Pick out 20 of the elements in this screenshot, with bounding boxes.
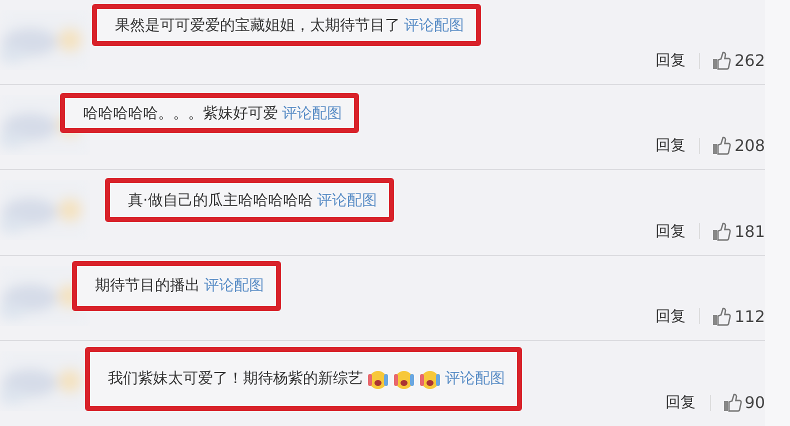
thumbs-up-icon[interactable] <box>712 222 732 241</box>
like-count: 262 <box>734 51 765 70</box>
reply-link[interactable]: 回复 <box>666 393 696 412</box>
comment-text: 期待节目的播出 <box>95 276 200 296</box>
thumbs-up-icon[interactable] <box>712 136 732 156</box>
comment-text: 果然是可可爱爱的宝藏姐姐，太期待节目了 <box>115 16 400 34</box>
comment-text: 我们紫妹太可爱了！期待杨紫的新综艺 <box>108 369 363 388</box>
comment-text: 哈哈哈哈哈。。。紫妹好可爱 <box>83 104 278 123</box>
like-count: 112 <box>734 306 765 326</box>
reply-link[interactable]: 回复 <box>655 136 686 156</box>
like-count: 181 <box>734 222 765 241</box>
thumbs-up-icon[interactable] <box>722 393 742 412</box>
thumbs-up-icon[interactable] <box>712 306 732 326</box>
reply-link[interactable]: 回复 <box>655 51 686 70</box>
comment-text: 真·做自己的瓜主哈哈哈哈哈 <box>128 190 313 210</box>
thumbs-up-icon[interactable] <box>712 51 732 70</box>
like-count: 90 <box>744 393 765 412</box>
like-count: 208 <box>734 136 765 156</box>
reply-link[interactable]: 回复 <box>655 222 686 241</box>
reply-link[interactable]: 回复 <box>655 306 686 326</box>
